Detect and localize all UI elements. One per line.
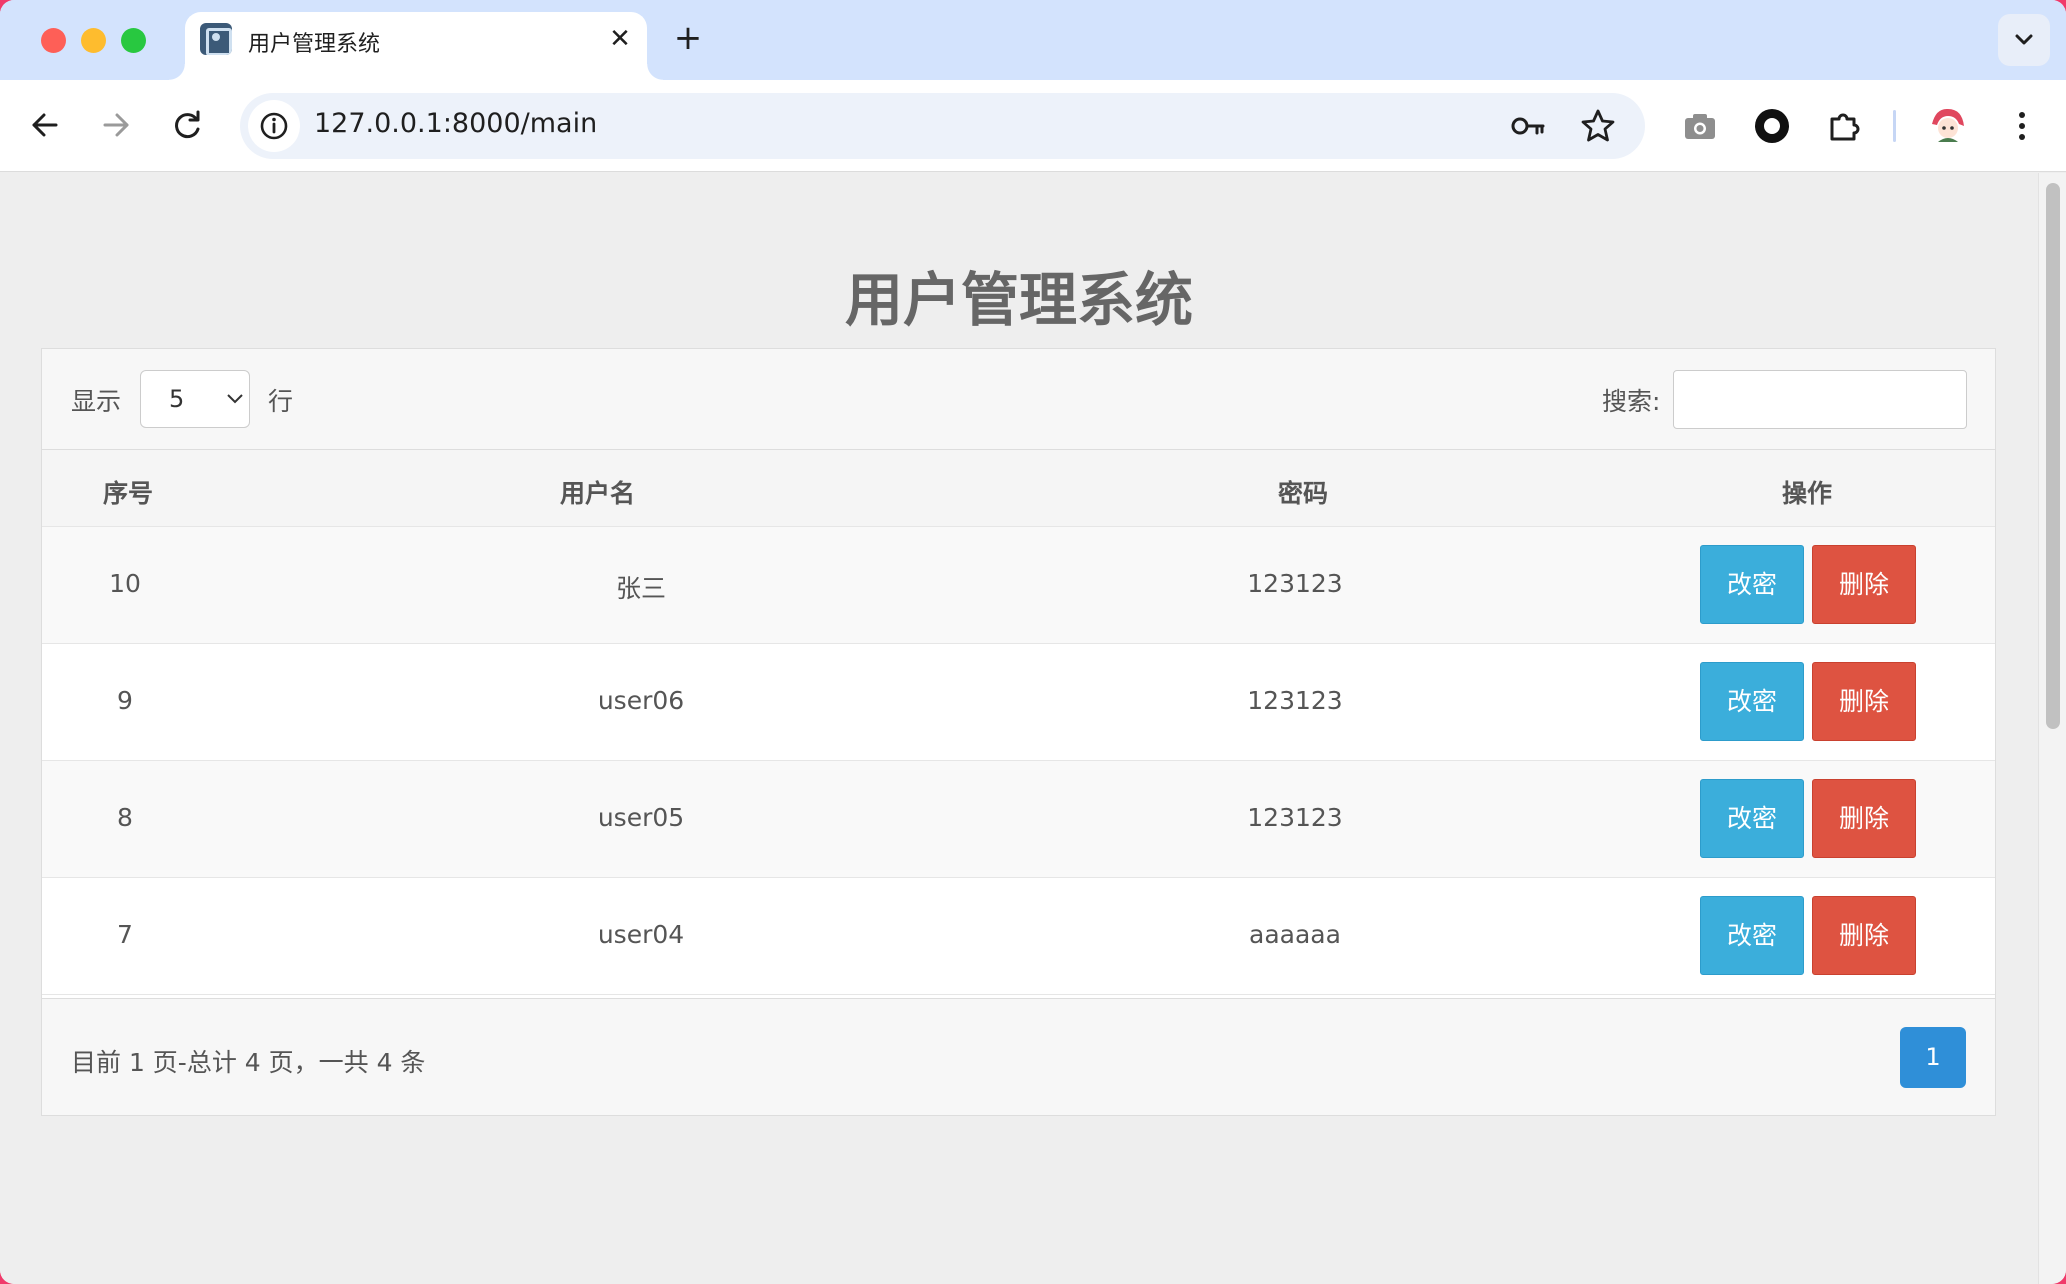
table-header: 序号 用户名 密码 操作 [42, 450, 1995, 527]
back-button[interactable] [20, 100, 70, 150]
pagination-info: 目前 1 页-总计 4 页，一共 4 条 [71, 1048, 426, 1077]
back-arrow-icon [32, 113, 58, 137]
cell-password: aaaaaa [1249, 920, 1341, 949]
cell-id: 9 [117, 686, 133, 715]
page-title: 用户管理系统 [844, 266, 1193, 334]
delete-user-button[interactable]: 删除 [1812, 662, 1916, 741]
user-table-panel: 显示 5 行 搜索: 序号 用户名 密码 操作 10 张三 123123 改密 … [41, 348, 1996, 1116]
search-input[interactable] [1673, 370, 1967, 429]
bookmark-star-icon[interactable] [1578, 106, 1618, 146]
reload-button[interactable] [163, 100, 213, 150]
profile-avatar-icon[interactable] [1926, 104, 1970, 148]
cell-password: 123123 [1247, 569, 1343, 598]
site-info-button[interactable] [248, 100, 300, 152]
cell-password: 123123 [1247, 686, 1343, 715]
cell-id: 7 [117, 920, 133, 949]
record-extension-icon[interactable] [1750, 104, 1794, 148]
cell-username: 张三 [615, 574, 666, 603]
table-row: 8 user05 123123 改密 删除 [42, 761, 1995, 878]
browser-toolbar: 127.0.0.1:8000/main [0, 80, 2066, 172]
camera-icon[interactable] [1680, 106, 1720, 146]
table-footer: 目前 1 页-总计 4 页，一共 4 条 1 [42, 998, 1995, 1115]
cell-username: user04 [597, 920, 685, 949]
cell-username: user06 [597, 686, 685, 715]
chevron-down-icon [227, 394, 243, 404]
header-actions: 操作 [1782, 479, 1833, 508]
chevron-down-icon [2015, 34, 2033, 45]
tab-search-button[interactable] [1998, 14, 2050, 66]
table-controls: 显示 5 行 搜索: [42, 349, 1995, 450]
change-password-button[interactable]: 改密 [1700, 662, 1804, 741]
close-window-button[interactable] [41, 28, 66, 53]
delete-user-button[interactable]: 删除 [1812, 896, 1916, 975]
maximize-window-button[interactable] [121, 28, 146, 53]
rows-suffix-label: 行 [268, 387, 294, 416]
page-content: 用户管理系统 显示 5 行 搜索: 序号 用户名 密码 操作 10 张三 123… [0, 173, 2038, 1284]
tab-strip: 用户管理系统 ✕ + [0, 0, 2066, 80]
extensions-puzzle-icon[interactable] [1824, 105, 1866, 147]
tab-title: 用户管理系统 [248, 32, 381, 57]
toolbar-separator [1893, 110, 1896, 142]
reload-icon [175, 110, 200, 139]
scrollbar-thumb[interactable] [2046, 183, 2060, 729]
more-options-icon[interactable] [2000, 104, 2044, 148]
info-icon [260, 112, 288, 140]
cell-username: user05 [597, 803, 685, 832]
header-id: 序号 [103, 479, 154, 508]
change-password-button[interactable]: 改密 [1700, 896, 1804, 975]
minimize-window-button[interactable] [81, 28, 106, 53]
delete-user-button[interactable]: 删除 [1812, 545, 1916, 624]
new-tab-button[interactable]: + [668, 18, 708, 58]
rows-per-page-select[interactable]: 5 [140, 370, 250, 428]
page-scrollbar[interactable] [2038, 173, 2066, 1284]
table-row: 9 user06 123123 改密 删除 [42, 644, 1995, 761]
change-password-button[interactable]: 改密 [1700, 545, 1804, 624]
forward-arrow-icon [103, 113, 129, 137]
cell-password: 123123 [1247, 803, 1343, 832]
show-label: 显示 [71, 387, 122, 416]
rows-per-page-value: 5 [169, 385, 185, 413]
delete-user-button[interactable]: 删除 [1812, 779, 1916, 858]
cell-id: 8 [117, 803, 133, 832]
search-label: 搜索: [1602, 387, 1661, 416]
favicon-icon [200, 23, 232, 55]
header-password: 密码 [1278, 479, 1329, 508]
browser-tab[interactable]: 用户管理系统 ✕ [169, 12, 663, 80]
table-row: 10 张三 123123 改密 删除 [42, 527, 1995, 644]
tab-close-icon[interactable]: ✕ [603, 22, 637, 56]
key-icon[interactable] [1508, 106, 1548, 146]
browser-window: 用户管理系统 ✕ + 127.0.0.1:8000/main 用户管理系统 显示… [0, 0, 2066, 1284]
table-row: 7 user04 aaaaaa 改密 删除 [42, 878, 1995, 995]
address-bar[interactable]: 127.0.0.1:8000/main [240, 93, 1645, 159]
cell-id: 10 [109, 569, 141, 598]
forward-button[interactable] [91, 100, 141, 150]
change-password-button[interactable]: 改密 [1700, 779, 1804, 858]
header-username: 用户名 [560, 479, 636, 508]
pagination-page-1[interactable]: 1 [1900, 1027, 1966, 1088]
url-text[interactable]: 127.0.0.1:8000/main [314, 108, 597, 139]
